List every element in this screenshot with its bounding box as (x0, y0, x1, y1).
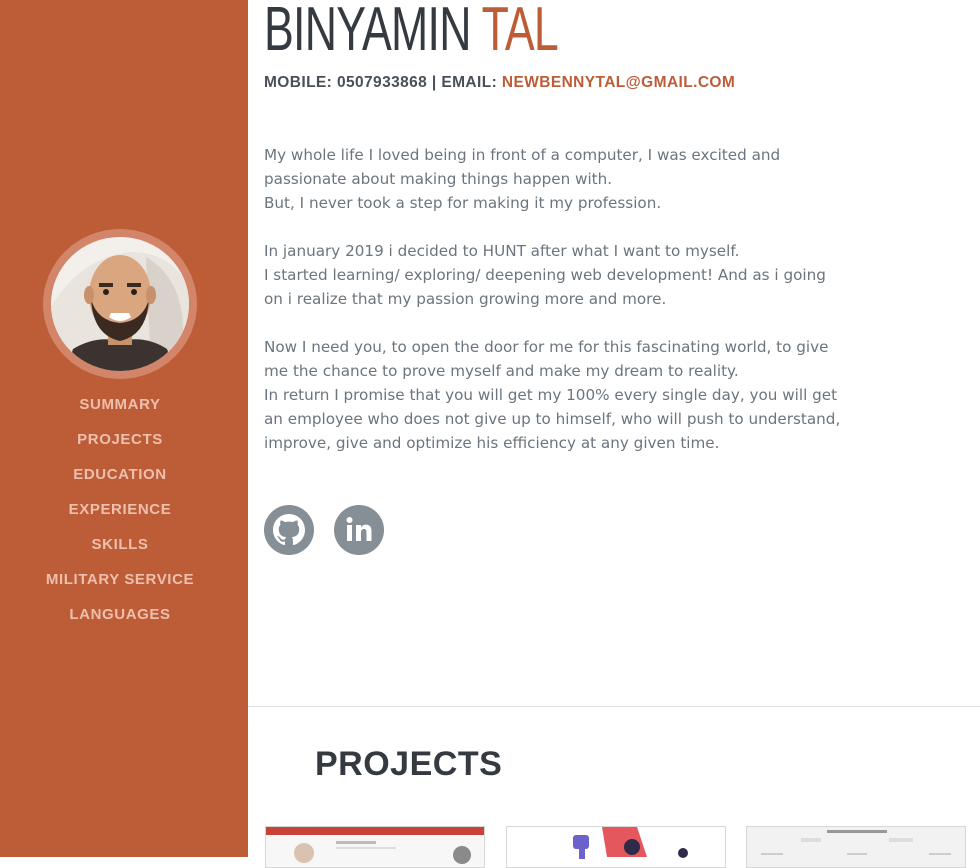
nav-item-education[interactable]: EDUCATION (0, 462, 240, 497)
project-thumbnail[interactable] (265, 826, 485, 868)
project-preview-image (507, 827, 725, 867)
avatar-portrait (51, 237, 189, 371)
nav-item-skills[interactable]: SKILLS (0, 532, 240, 567)
sidebar-nav: SUMMARY PROJECTS EDUCATION EXPERIENCE SK… (0, 392, 240, 637)
github-icon (273, 514, 305, 546)
email-label: EMAIL: (441, 74, 498, 91)
summary-line: In return I promise that you will get my… (264, 386, 838, 404)
main-content: BINYAMIN TAL MOBILE: 0507933868 | EMAIL:… (248, 0, 980, 868)
summary-paragraph: Now I need you, to open the door for me … (264, 335, 844, 455)
summary-line: improve, give and optimize his efficienc… (264, 434, 720, 452)
summary-line: passionate about making things happen wi… (264, 170, 613, 188)
contact-separator: | (431, 74, 437, 91)
email-link[interactable]: NEWBENNYTAL@GMAIL.COM (502, 74, 735, 91)
linkedin-link[interactable] (334, 505, 384, 555)
project-thumbnail[interactable] (506, 826, 726, 868)
nav-item-summary[interactable]: SUMMARY (0, 392, 240, 427)
sidebar: SUMMARY PROJECTS EDUCATION EXPERIENCE SK… (0, 0, 248, 857)
project-thumbnail[interactable] (746, 826, 966, 868)
page-title: BINYAMIN TAL (264, 0, 559, 65)
nav-item-projects[interactable]: PROJECTS (0, 427, 240, 462)
nav-item-experience[interactable]: EXPERIENCE (0, 497, 240, 532)
last-name: TAL (481, 0, 559, 64)
summary-line: me the chance to prove myself and make m… (264, 362, 739, 380)
nav-item-languages[interactable]: LANGUAGES (0, 602, 240, 637)
github-link[interactable] (264, 505, 314, 555)
linkedin-icon (346, 517, 372, 541)
section-divider (248, 706, 980, 707)
portrait-illustration (51, 252, 189, 371)
summary-line: I started learning/ exploring/ deepening… (264, 266, 826, 284)
summary-line: My whole life I loved being in front of … (264, 146, 781, 164)
summary-paragraph: In january 2019 i decided to HUNT after … (264, 239, 844, 311)
nav-item-military-service[interactable]: MILITARY SERVICE (0, 567, 240, 602)
profile-avatar (43, 229, 197, 379)
contact-line: MOBILE: 0507933868 | EMAIL: NEWBENNYTAL@… (264, 74, 735, 92)
mobile-label: MOBILE: (264, 74, 333, 91)
summary-line: on i realize that my passion growing mor… (264, 290, 667, 308)
mobile-number[interactable]: 0507933868 (337, 74, 427, 91)
summary-line: an employee who does not give up to hims… (264, 410, 841, 428)
summary-line: Now I need you, to open the door for me … (264, 338, 829, 356)
project-preview-image (747, 827, 965, 867)
summary-line: In january 2019 i decided to HUNT after … (264, 242, 740, 260)
projects-heading: PROJECTS (315, 745, 503, 783)
summary-line: But, I never took a step for making it m… (264, 194, 662, 212)
first-name: BINYAMIN (264, 0, 471, 64)
summary-paragraph: My whole life I loved being in front of … (264, 143, 844, 215)
project-preview-image (266, 827, 484, 867)
summary-text: My whole life I loved being in front of … (264, 143, 844, 479)
